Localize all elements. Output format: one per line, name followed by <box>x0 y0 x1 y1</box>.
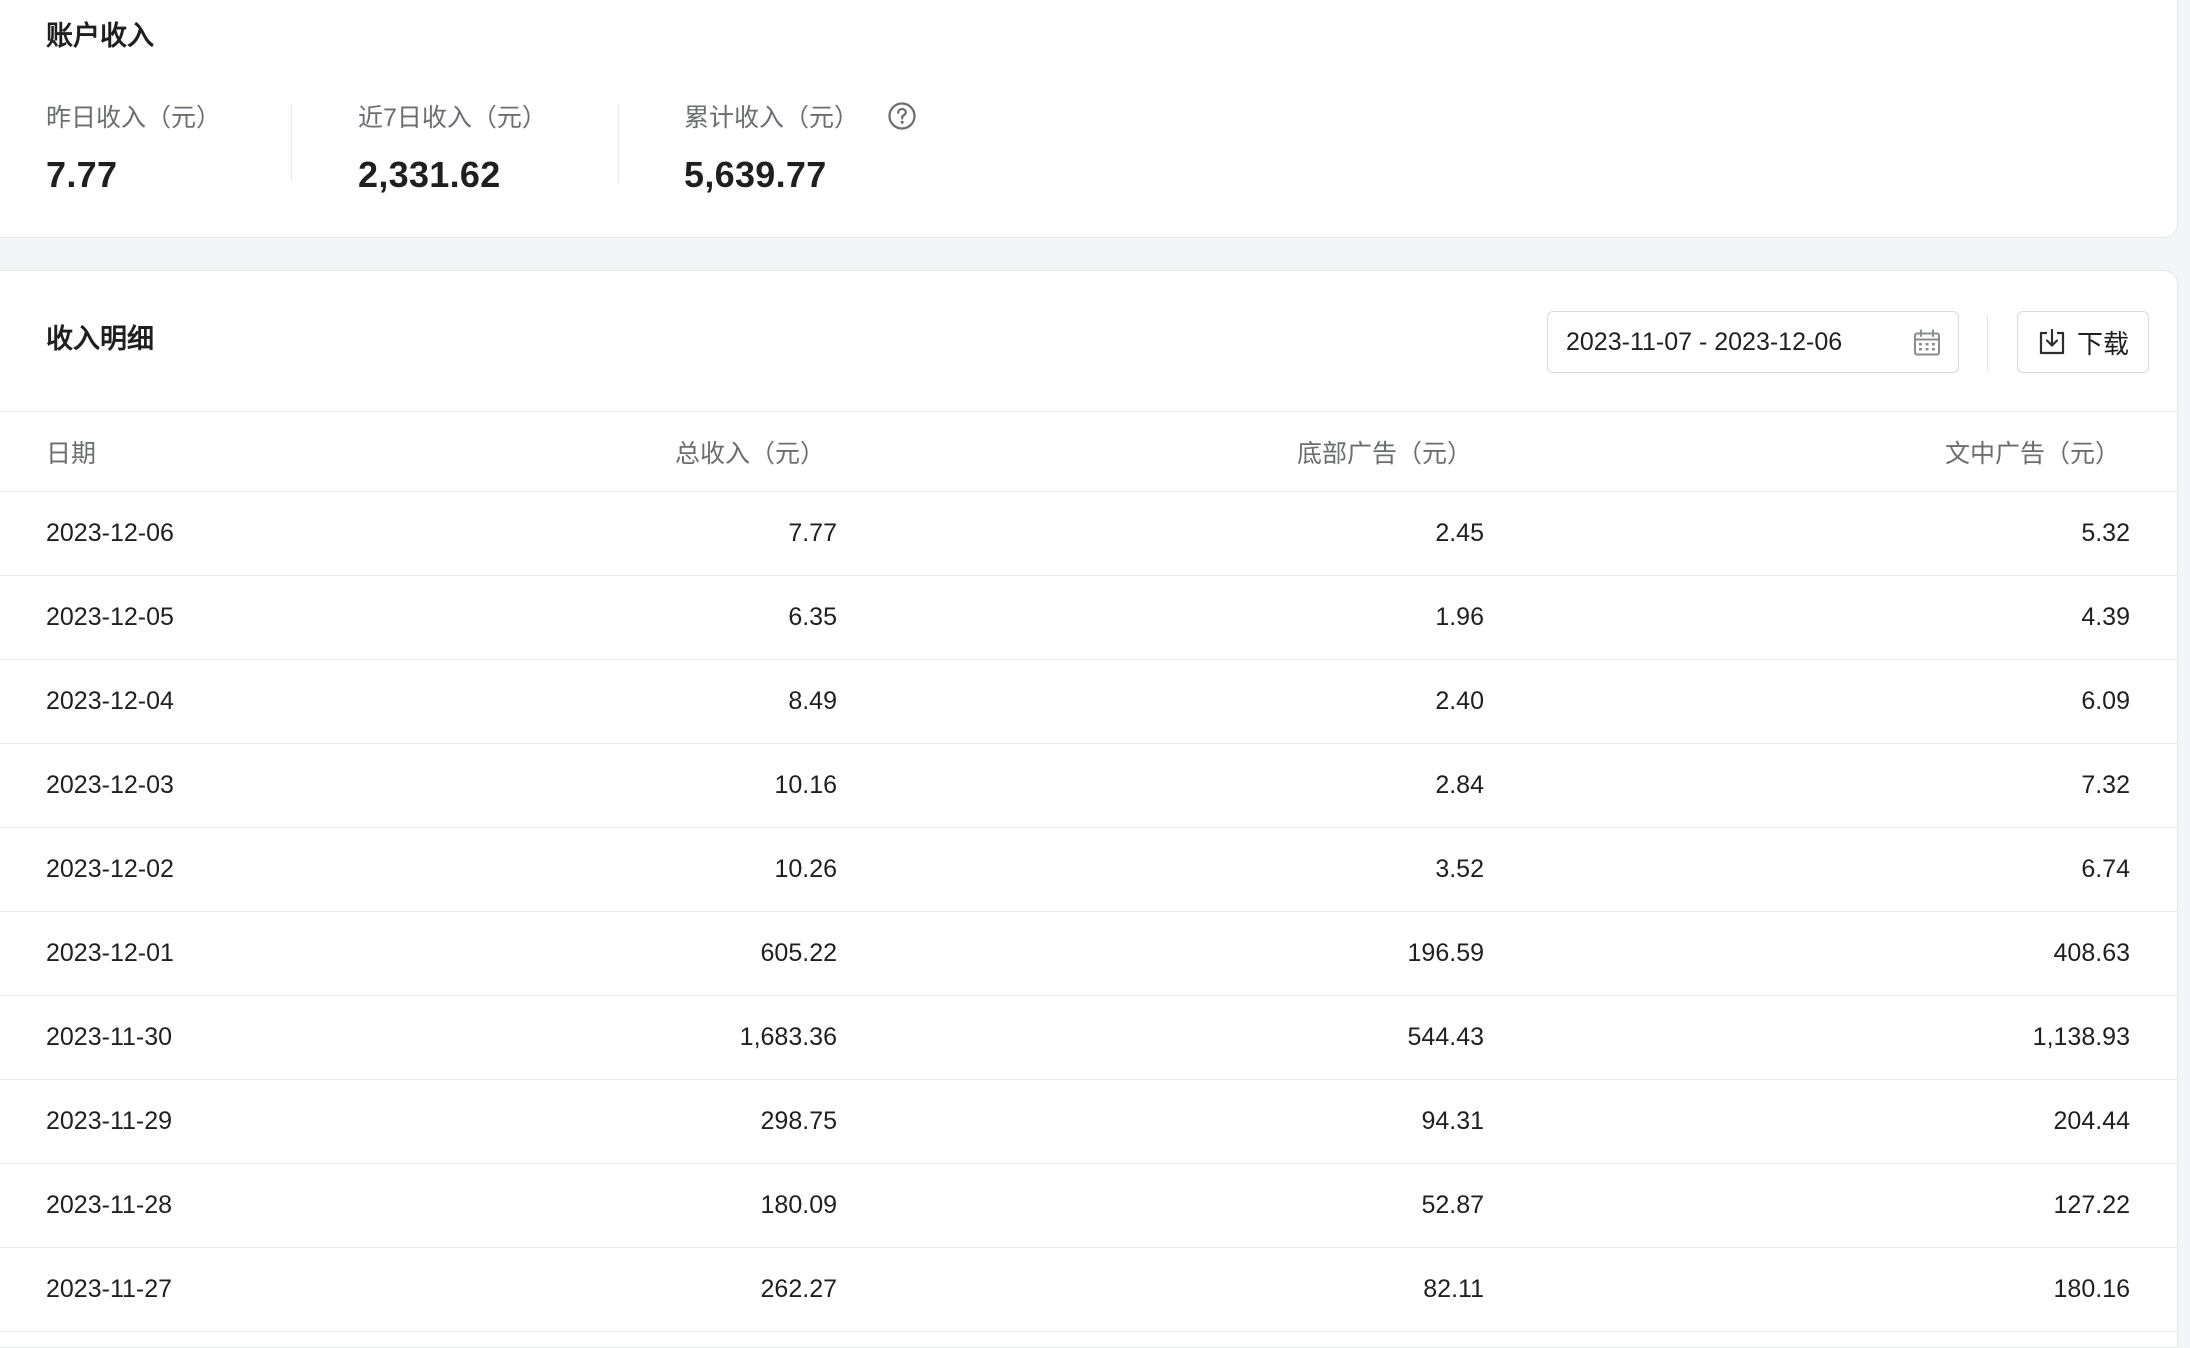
toolbar-divider <box>1987 315 1988 371</box>
column-header-bottom-ad: 底部广告（元） <box>837 411 1484 492</box>
table-row: 2023-11-29 298.75 94.31 204.44 <box>0 1079 2178 1164</box>
table-row: 2023-12-03 10.16 2.84 7.32 <box>0 743 2178 828</box>
cell-date: 2023-11-28 <box>0 1163 400 1248</box>
cell-total: 180.09 <box>400 1163 837 1248</box>
metric-last-7-days: 近7日收入（元） 2,331.62 <box>358 98 547 196</box>
cell-date: 2023-12-01 <box>0 911 400 996</box>
date-range-value: 2023-11-07 - 2023-12-06 <box>1566 327 1843 356</box>
metric-total-label-row: 累计收入（元） <box>684 98 917 134</box>
account-income-card: 账户收入 昨日收入（元） 7.77 近7日收入（元） 2,331.62 累计收入… <box>0 0 2178 238</box>
download-button[interactable]: 下载 <box>2017 311 2149 373</box>
metric-yesterday: 昨日收入（元） 7.77 <box>46 98 221 196</box>
cell-bottom-ad: 196.59 <box>837 911 1484 996</box>
cell-total: 7.77 <box>400 491 837 576</box>
cell-inline-ad: 204.44 <box>1484 1079 2178 1164</box>
cell-total: 6.35 <box>400 575 837 660</box>
cell-inline-ad: 6.09 <box>1484 659 2178 744</box>
metric-total-value: 5,639.77 <box>684 154 827 195</box>
cell-inline-ad: 180.16 <box>1484 1247 2178 1332</box>
cell-date: 2023-12-06 <box>0 491 400 576</box>
calendar-icon <box>1914 329 1940 356</box>
date-range-picker[interactable]: 2023-11-07 - 2023-12-06 <box>1547 311 1959 373</box>
table-row: 2023-12-02 10.26 3.52 6.74 <box>0 827 2178 912</box>
cell-bottom-ad: 2.45 <box>837 491 1484 576</box>
table-row: 2023-12-04 8.49 2.40 6.09 <box>0 659 2178 744</box>
cell-bottom-ad: 52.87 <box>837 1163 1484 1248</box>
cell-inline-ad: 408.63 <box>1484 911 2178 996</box>
download-label: 下载 <box>2076 328 2129 359</box>
column-header-inline-ad: 文中广告（元） <box>1484 411 2178 492</box>
cell-inline-ad: 7.32 <box>1484 743 2178 828</box>
cell-bottom-ad: 3.52 <box>837 827 1484 912</box>
column-header-total: 总收入（元） <box>400 411 837 492</box>
metric-last-7-days-value: 2,331.62 <box>358 154 501 195</box>
cell-bottom-ad: 1.96 <box>837 575 1484 660</box>
cell-bottom-ad: 2.84 <box>837 743 1484 828</box>
metric-divider <box>618 104 619 182</box>
help-circle-icon[interactable] <box>887 101 917 131</box>
table-row: 2023-12-06 7.77 2.45 5.32 <box>0 491 2178 576</box>
cell-date: 2023-12-05 <box>0 575 400 660</box>
cell-inline-ad: 4.39 <box>1484 575 2178 660</box>
cell-bottom-ad: 94.31 <box>837 1079 1484 1164</box>
cell-bottom-ad: 544.43 <box>837 995 1484 1080</box>
cell-total: 10.26 <box>400 827 837 912</box>
download-icon <box>2039 328 2065 355</box>
cell-total: 8.49 <box>400 659 837 744</box>
table-row: 2023-11-30 1,683.36 544.43 1,138.93 <box>0 995 2178 1080</box>
table-row: 2023-11-27 262.27 82.11 180.16 <box>0 1247 2178 1332</box>
account-income-title: 账户收入 <box>46 21 154 51</box>
table-body: 2023-12-06 7.77 2.45 5.32 2023-12-05 6.35 1.9… <box>0 491 2178 1332</box>
table-row: 2023-12-05 6.35 1.96 4.39 <box>0 575 2178 660</box>
table-row: 2023-11-28 180.09 52.87 127.22 <box>0 1163 2178 1248</box>
cell-date: 2023-11-27 <box>0 1247 400 1332</box>
cell-bottom-ad: 82.11 <box>837 1247 1484 1332</box>
metric-total: 累计收入（元） 5,639.77 <box>684 98 917 196</box>
metric-total-label: 累计收入（元） <box>684 104 860 132</box>
cell-inline-ad: 5.32 <box>1484 491 2178 576</box>
income-detail-table: 日期 总收入（元） 底部广告（元） 文中广告（元） 2023-12-06 7.77… <box>0 411 2178 1332</box>
cell-total: 262.27 <box>400 1247 837 1332</box>
cell-date: 2023-11-29 <box>0 1079 400 1164</box>
cell-date: 2023-12-04 <box>0 659 400 744</box>
metric-last-7-days-label: 近7日收入（元） <box>358 104 547 132</box>
cell-total: 1,683.36 <box>400 995 837 1080</box>
cell-bottom-ad: 2.40 <box>837 659 1484 744</box>
cell-inline-ad: 6.74 <box>1484 827 2178 912</box>
income-detail-title: 收入明细 <box>46 324 154 354</box>
cell-total: 10.16 <box>400 743 837 828</box>
cell-total: 298.75 <box>400 1079 837 1164</box>
cell-total: 605.22 <box>400 911 837 996</box>
table-row: 2023-12-01 605.22 196.59 408.63 <box>0 911 2178 996</box>
income-detail-card: 收入明细 2023-11-07 - 2023-12-06 下载 日期 总收入（元… <box>0 270 2178 1348</box>
cell-date: 2023-12-03 <box>0 743 400 828</box>
metric-divider <box>291 104 292 182</box>
cell-date: 2023-11-30 <box>0 995 400 1080</box>
column-header-date: 日期 <box>0 411 400 492</box>
metric-yesterday-value: 7.77 <box>46 154 118 195</box>
cell-inline-ad: 127.22 <box>1484 1163 2178 1248</box>
cell-inline-ad: 1,138.93 <box>1484 995 2178 1080</box>
table-header-row: 日期 总收入（元） 底部广告（元） 文中广告（元） <box>0 411 2178 492</box>
cell-date: 2023-12-02 <box>0 827 400 912</box>
metric-yesterday-label: 昨日收入（元） <box>46 104 222 132</box>
